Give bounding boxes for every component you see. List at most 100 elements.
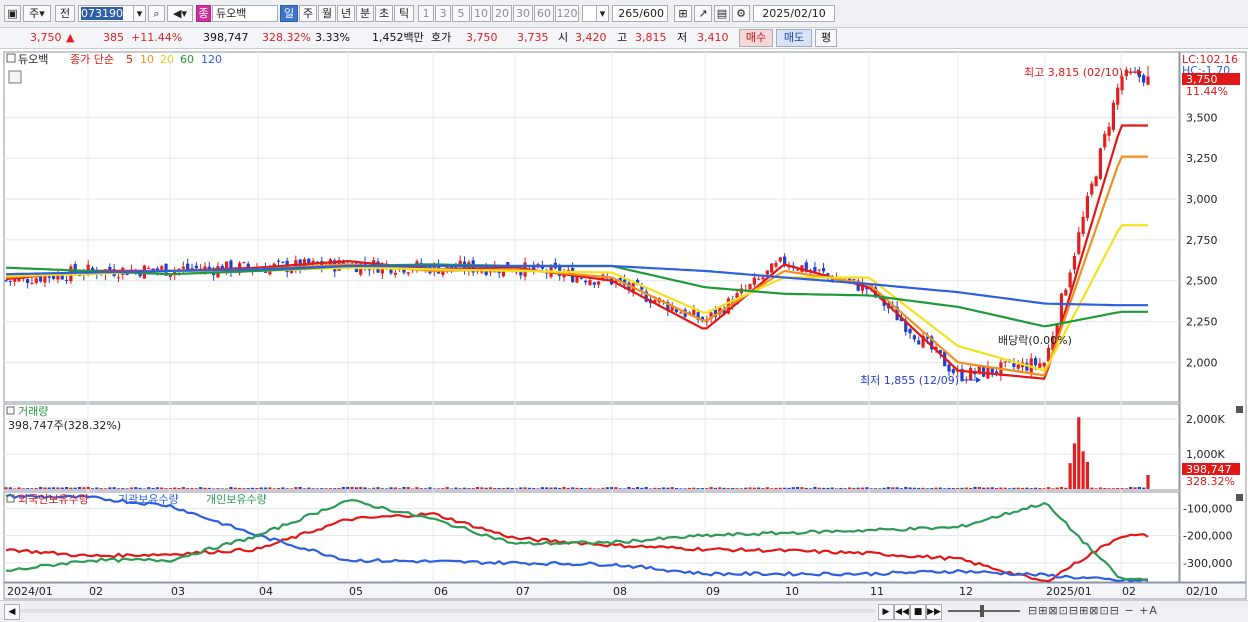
volume-bar [834, 488, 839, 489]
rewind-icon[interactable]: ◀◀ [894, 604, 910, 620]
scroll-left-icon[interactable]: ◀ [4, 604, 20, 620]
chart-area[interactable]: 3,500 3,250 3,000 2,750 2,500 2,250 2,000 2,000… [0, 50, 1248, 600]
zoom-slider-thumb[interactable] [980, 605, 984, 617]
volume-bar [982, 487, 986, 489]
draw-tool-icon[interactable]: ↗ [694, 5, 712, 22]
volume-bar [601, 487, 605, 489]
volume-bar [588, 487, 592, 489]
sell-button[interactable]: 매도 [776, 29, 812, 47]
fast-forward-icon[interactable]: ▶▶ [926, 604, 942, 620]
volume-bar [882, 487, 886, 489]
volume-bar [69, 487, 73, 489]
candle-body [679, 312, 683, 314]
stock-name-field[interactable]: 듀오백 [212, 5, 278, 22]
candle-body [1012, 363, 1016, 367]
candle-body [783, 256, 787, 265]
volume-bar [1020, 487, 1025, 489]
last-pct-label: 11.44% [1186, 85, 1228, 98]
period-tick-button[interactable]: 틱 [394, 5, 414, 22]
volume-bar [826, 487, 830, 489]
chart-tools-icons[interactable]: ⊟⊞⊠⊡⊟⊞⊠⊡⊟ − +A [1028, 604, 1238, 618]
interval-button[interactable]: 10 [471, 5, 491, 22]
interval-button[interactable]: 3 [435, 5, 451, 22]
volume-bar [873, 488, 878, 489]
volume-bar [1111, 488, 1115, 489]
window-menu-icon[interactable]: ▣ [4, 5, 21, 22]
volume-bar [220, 488, 224, 489]
calculator-icon[interactable] [8, 70, 22, 84]
candle-body [186, 263, 190, 270]
period-year-button[interactable]: 년 [337, 5, 355, 22]
holdings-tick-label: -100,000 [1183, 502, 1232, 515]
holdings-tick-label: -200,000 [1183, 530, 1232, 543]
volume-bar [268, 487, 272, 489]
play-icon[interactable]: ▶ [878, 604, 894, 620]
indicator-icon[interactable]: ⊞ [674, 5, 692, 22]
buy-button[interactable]: 매수 [739, 29, 773, 47]
volume-bar [506, 487, 510, 489]
period-minute-button[interactable]: 분 [356, 5, 374, 22]
candle-body [917, 340, 921, 345]
candle-body [406, 272, 410, 274]
volume-bar [553, 487, 557, 489]
price-tick-label: 3,000 [1186, 193, 1218, 206]
count-input[interactable]: 265/600 [612, 5, 668, 22]
interval-button[interactable]: 30 [513, 5, 533, 22]
period-second-button[interactable]: 초 [375, 5, 393, 22]
volume-bar [774, 487, 778, 489]
stop-icon[interactable]: ■ [910, 604, 926, 620]
volume-bar [160, 487, 164, 489]
volume-bar [787, 487, 791, 489]
period-selector[interactable]: 주▾ [23, 5, 51, 22]
sound-icon[interactable]: ◀▾ [167, 5, 193, 22]
candle-body [367, 269, 371, 271]
volume-bar [376, 487, 380, 489]
volume-bar [4, 487, 8, 489]
volume-bar [164, 488, 168, 489]
prev-button[interactable]: 전 [55, 5, 75, 22]
period-day-button[interactable]: 일 [280, 5, 298, 22]
date-input[interactable]: 2025/02/10 [753, 5, 835, 22]
period-week-button[interactable]: 주 [299, 5, 317, 22]
interval-button[interactable]: 120 [555, 5, 579, 22]
code-dropdown-icon[interactable]: ▾ [133, 5, 146, 22]
interval-button[interactable]: 60 [534, 5, 554, 22]
date-tick-label: 02 [1122, 585, 1136, 598]
volume-close-icon[interactable] [1236, 406, 1243, 413]
volume-bar [207, 487, 211, 489]
holdings-close-icon[interactable] [1236, 494, 1243, 501]
price-tick-label: 3,500 [1186, 111, 1218, 124]
stock-code-input[interactable]: 073190 [78, 5, 136, 22]
volume-bar [514, 488, 519, 489]
volume-bar [1064, 487, 1068, 489]
volume-bar [406, 487, 410, 489]
volume-bar [415, 487, 419, 489]
search-icon[interactable]: ⌕ [148, 5, 165, 22]
zoom-slider[interactable] [948, 610, 1020, 612]
save-icon[interactable]: ▤ [714, 5, 730, 22]
legend-foreign: 외국인보유수량 [18, 493, 89, 506]
candle-body [1033, 358, 1038, 366]
volume-bar [800, 487, 804, 489]
settings-gear-icon[interactable]: ⚙ [732, 5, 750, 22]
interval-button[interactable]: 1 [418, 5, 434, 22]
volume-bar [116, 488, 121, 489]
scrollbar-track[interactable] [20, 609, 875, 613]
candle-body [34, 278, 38, 283]
interval-button[interactable]: 5 [452, 5, 470, 22]
candle-body [207, 266, 211, 269]
volume-bar [346, 486, 350, 489]
interval-button[interactable]: 20 [492, 5, 512, 22]
date-end-label: 02/10 [1186, 585, 1218, 598]
candle-body [575, 276, 579, 283]
candle-body [1142, 75, 1146, 83]
date-tick-label: 05 [349, 585, 363, 598]
price-tick-label: 2,500 [1186, 275, 1218, 288]
candle-body [761, 277, 765, 280]
evaluate-button[interactable]: 평 [815, 29, 837, 47]
period-month-button[interactable]: 월 [318, 5, 336, 22]
interval-dropdown-icon[interactable]: ▾ [596, 5, 609, 22]
volume-bar [865, 487, 869, 489]
candle-body [990, 368, 994, 374]
volume-bar [1124, 488, 1128, 489]
